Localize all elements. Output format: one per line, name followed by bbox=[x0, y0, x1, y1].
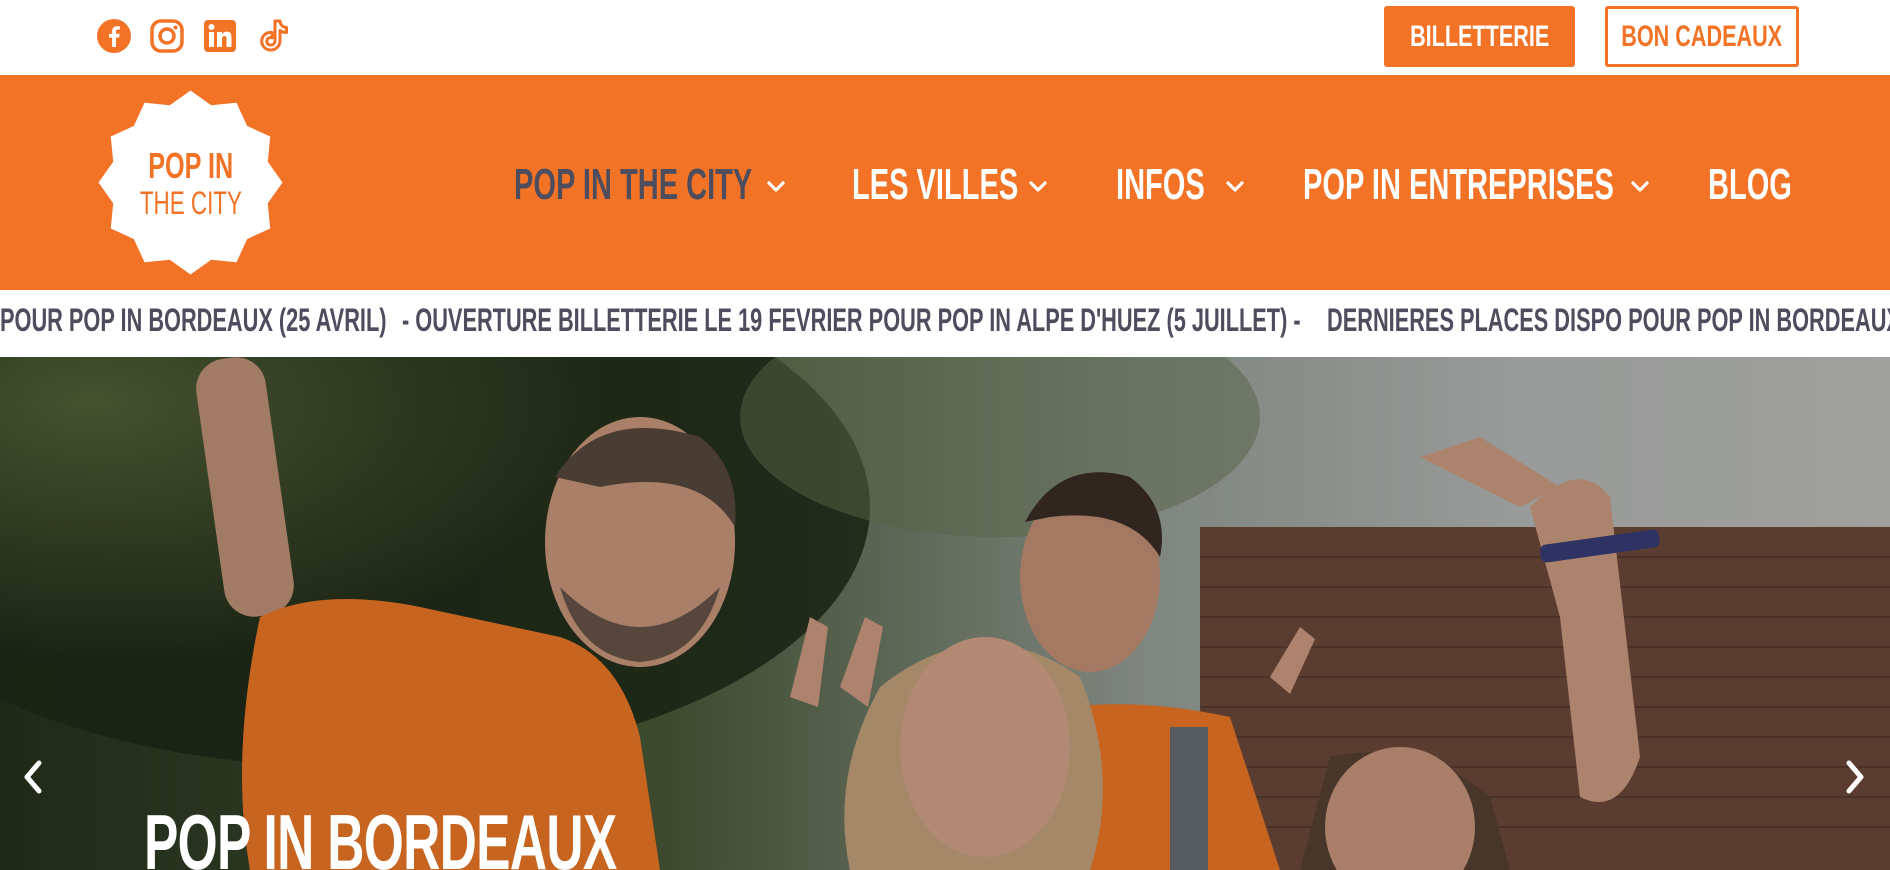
facebook-icon[interactable] bbox=[96, 18, 132, 54]
nav-label: BLOG bbox=[1708, 160, 1792, 209]
ticker-item[interactable]: DERNIERES PLACES DISPO POUR POP IN BORDE… bbox=[1327, 302, 1890, 339]
news-ticker: POUR POP IN BORDEAUX (25 AVRIL) - OUVERT… bbox=[0, 290, 1890, 357]
chevron-left-icon[interactable] bbox=[14, 757, 54, 797]
tiktok-icon[interactable] bbox=[255, 18, 291, 54]
nav-item-pop-in-the-city[interactable]: POP IN THE CITY bbox=[514, 155, 875, 215]
bon-cadeaux-label: BON CADEAUX bbox=[1621, 19, 1783, 53]
logo-line1: POP IN bbox=[148, 145, 233, 186]
nav-label: LES VILLES bbox=[852, 160, 1019, 209]
nav-item-infos[interactable]: INFOS bbox=[1116, 155, 1250, 215]
billetterie-button[interactable]: BILLETTERIE bbox=[1384, 6, 1575, 67]
nav-item-les-villes[interactable]: LES VILLES bbox=[852, 155, 1104, 215]
bon-cadeaux-button[interactable]: BON CADEAUX bbox=[1605, 6, 1799, 67]
chevron-down-icon bbox=[1226, 181, 1244, 192]
nav-label: POP IN ENTREPRISES bbox=[1303, 160, 1614, 209]
hero-title: POP IN BORDEAUX bbox=[144, 798, 617, 870]
chevron-down-icon bbox=[767, 181, 785, 192]
nav-label: POP IN THE CITY bbox=[514, 160, 753, 209]
nav-label: INFOS bbox=[1116, 160, 1205, 209]
ticker-item[interactable]: POUR POP IN BORDEAUX (25 AVRIL) bbox=[0, 302, 386, 339]
billetterie-label: BILLETTERIE bbox=[1409, 19, 1550, 53]
logo-line2: THE CITY bbox=[139, 185, 242, 221]
main-navbar: POP IN THE CITY POP IN THE CITY LES VILL… bbox=[0, 75, 1890, 290]
hero-slider: POP IN BORDEAUX bbox=[0, 357, 1890, 870]
chevron-down-icon bbox=[1029, 181, 1047, 192]
chevron-down-icon bbox=[1631, 181, 1649, 192]
linkedin-icon[interactable] bbox=[202, 18, 238, 54]
site-logo[interactable]: POP IN THE CITY bbox=[97, 89, 284, 276]
hero-overlay bbox=[0, 357, 1890, 870]
nav-item-blog[interactable]: BLOG bbox=[1708, 155, 1835, 215]
nav-item-pop-in-entreprises[interactable]: POP IN ENTREPRISES bbox=[1303, 155, 1774, 215]
top-bar: BILLETTERIE BON CADEAUX bbox=[0, 0, 1890, 75]
ticker-item[interactable]: - OUVERTURE BILLETTERIE LE 19 FEVRIER PO… bbox=[402, 302, 1301, 339]
chevron-right-icon[interactable] bbox=[1834, 757, 1874, 797]
instagram-icon[interactable] bbox=[149, 18, 185, 54]
social-links bbox=[96, 18, 291, 54]
